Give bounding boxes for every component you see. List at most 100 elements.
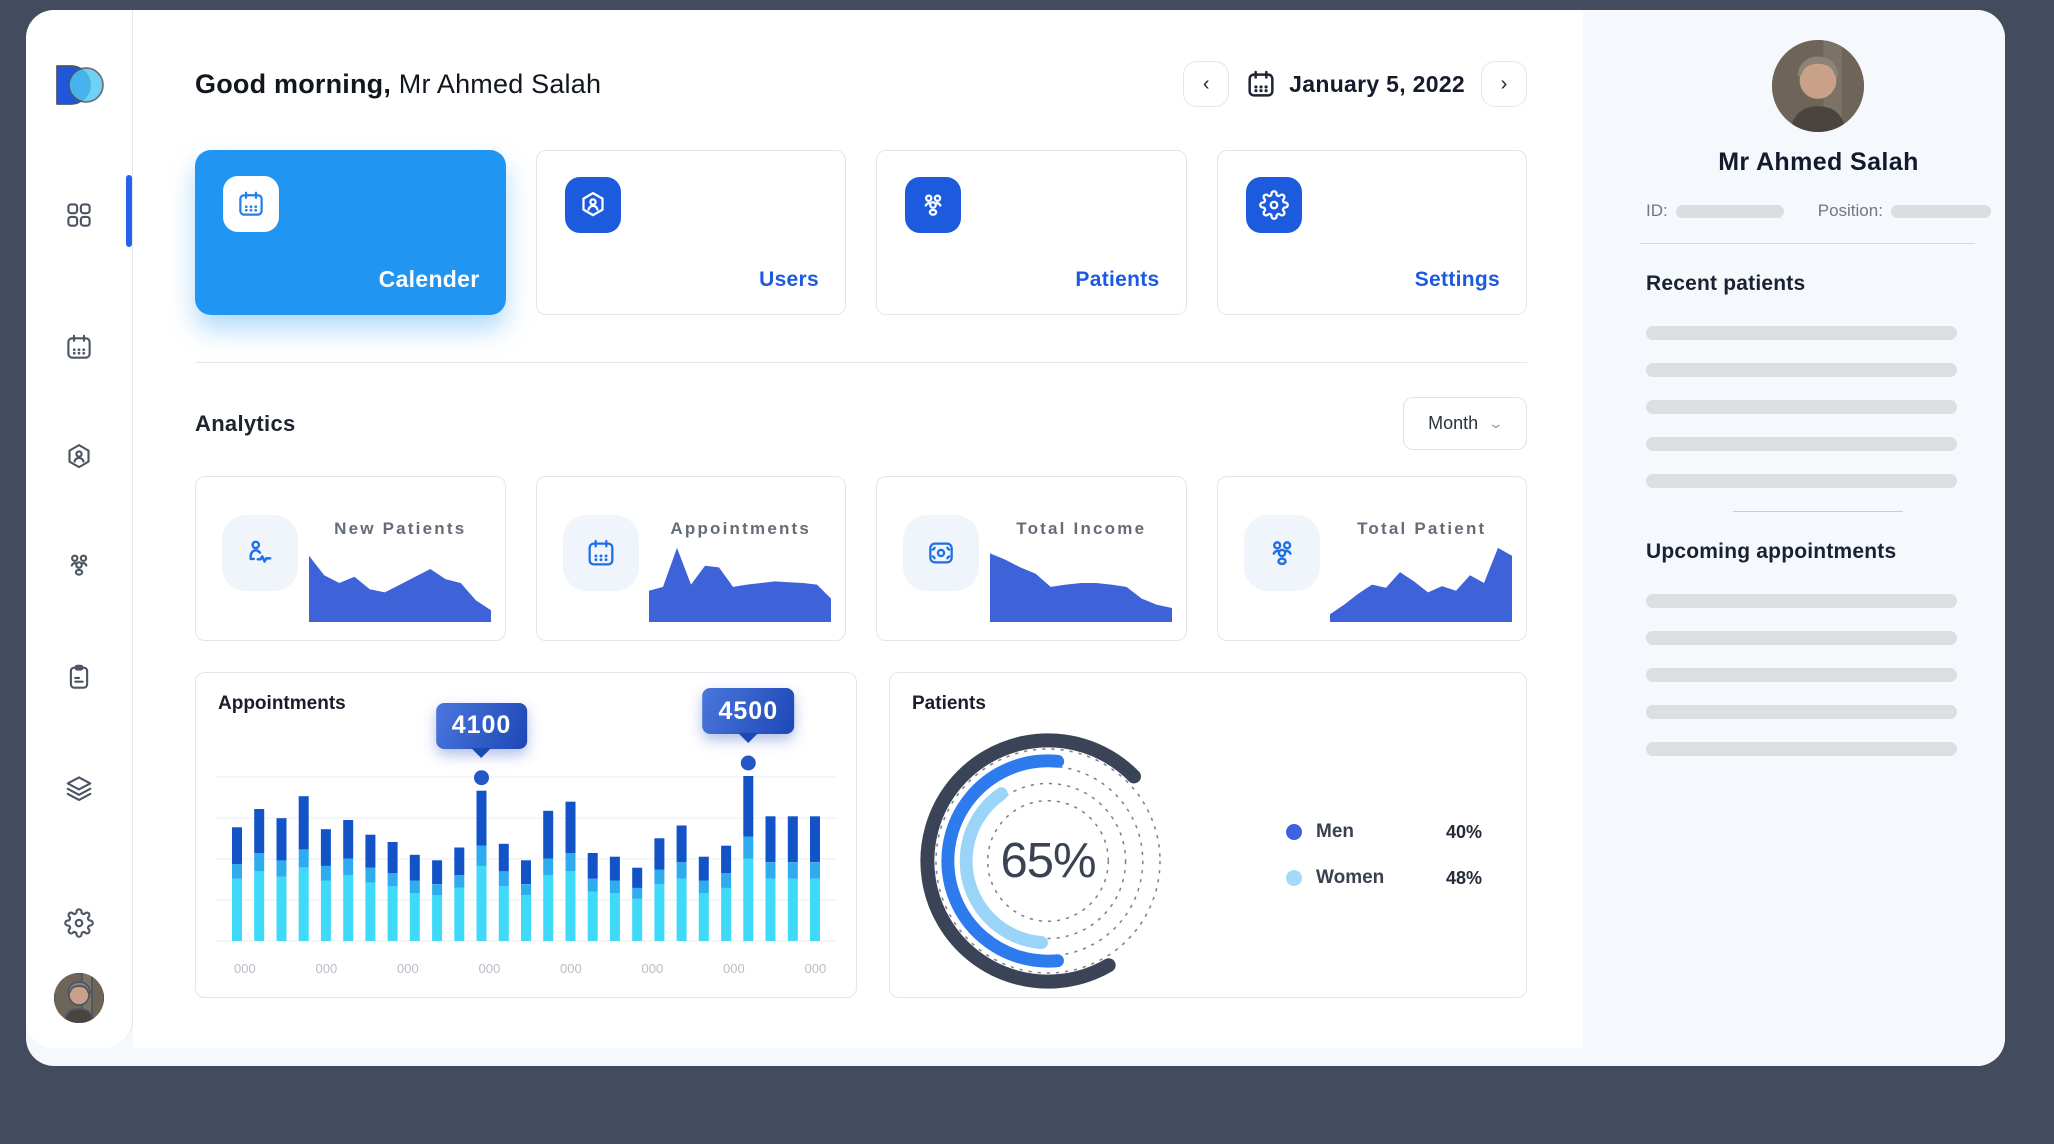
chart-tooltip: 4500: [702, 688, 794, 734]
x-axis-label: 000: [642, 961, 664, 976]
donut-center-value: 65%: [1000, 833, 1095, 889]
sidebar-active-indicator: [126, 175, 132, 247]
chevron-right-icon: ›: [1501, 73, 1508, 96]
x-axis-label: 000: [805, 961, 827, 976]
sidebar-item-settings[interactable]: [64, 908, 94, 938]
dashboard-grid-icon: [64, 200, 94, 230]
sidebar-item-layers[interactable]: [64, 773, 94, 803]
app-logo: [53, 64, 105, 106]
total-patient-tile: [1244, 515, 1320, 591]
user-hexagon-icon: [578, 190, 608, 220]
chevron-left-icon: ‹: [1203, 73, 1210, 96]
nav-card-label: Users: [759, 268, 819, 292]
period-dropdown[interactable]: Month ⌄: [1403, 397, 1527, 450]
upcoming-appointments-list: [1646, 594, 1991, 756]
calendar-tile: [223, 176, 279, 232]
sidebar-item-records[interactable]: [64, 662, 94, 692]
patients-chart-title: Patients: [912, 693, 986, 715]
sidebar-item-dashboard[interactable]: [64, 200, 94, 230]
new-patients-tile: [222, 515, 298, 591]
chevron-down-icon: ⌄: [1488, 415, 1504, 432]
nav-card-patients[interactable]: Patients: [876, 150, 1187, 315]
top-bar: Good morning, Mr Ahmed Salah ‹ January 5…: [195, 58, 1527, 110]
page-title: Good morning, Mr Ahmed Salah: [195, 69, 601, 100]
stat-card-label: Total Patient: [1336, 519, 1509, 539]
patients-group-icon: [64, 550, 94, 580]
skeleton-row: [1646, 668, 1957, 682]
women-legend-dot: [1286, 870, 1302, 886]
x-axis-label: 000: [397, 961, 419, 976]
skeleton-row: [1646, 594, 1957, 608]
patients-chart-card: Patients 65% Men 40% Women 48%: [889, 672, 1527, 998]
position-label: Position:: [1818, 201, 1883, 221]
id-placeholder: [1676, 205, 1784, 218]
sidebar-item-profile[interactable]: [64, 442, 94, 472]
date-navigator: ‹ January 5, 2022 ›: [1183, 61, 1527, 107]
section-divider: [195, 362, 1527, 363]
nav-card-users[interactable]: Users: [536, 150, 847, 315]
men-legend-label: Men: [1316, 821, 1446, 843]
sidebar-user-avatar[interactable]: [54, 973, 104, 1023]
skeleton-row: [1646, 437, 1957, 451]
skeleton-row: [1646, 326, 1957, 340]
clipboard-icon: [64, 662, 94, 692]
calendar-icon: [236, 189, 266, 219]
women-legend-label: Women: [1316, 867, 1446, 889]
calendar-icon: [585, 537, 617, 569]
recent-patients-heading: Recent patients: [1646, 272, 1991, 296]
gear-icon: [1259, 190, 1289, 220]
id-label: ID:: [1646, 201, 1668, 221]
users-tile: [565, 177, 621, 233]
patient-monitor-icon: [243, 536, 277, 570]
new-patients-sparkline: [309, 544, 491, 624]
period-selected-label: Month: [1428, 413, 1478, 434]
settings-tile: [1246, 177, 1302, 233]
nav-card-calendar[interactable]: Calender: [195, 150, 506, 315]
appointments-bar-chart: 000000000000000000000000: [216, 729, 836, 985]
appointments-sparkline: [649, 544, 831, 624]
current-date[interactable]: January 5, 2022: [1245, 68, 1465, 100]
patients-group-icon: [918, 190, 948, 220]
skeleton-row: [1646, 705, 1957, 719]
x-axis-label: 000: [479, 961, 501, 976]
list-divider: [1733, 511, 1903, 512]
profile-avatar[interactable]: [1772, 40, 1864, 132]
date-label: January 5, 2022: [1289, 71, 1465, 98]
profile-divider: [1640, 243, 1975, 244]
skeleton-row: [1646, 363, 1957, 377]
appointments-chart-card: Appointments 000000000000000000000000 41…: [195, 672, 857, 998]
next-date-button[interactable]: ›: [1481, 61, 1527, 107]
stat-card-appointments[interactable]: Appointments: [536, 476, 847, 641]
calendar-icon: [64, 332, 94, 362]
stat-card-new-patients[interactable]: New Patients: [195, 476, 506, 641]
nav-card-label: Settings: [1415, 268, 1500, 292]
recent-patients-list: [1646, 326, 1991, 488]
avatar-photo: [54, 973, 104, 1023]
prev-date-button[interactable]: ‹: [1183, 61, 1229, 107]
nav-card-settings[interactable]: Settings: [1217, 150, 1528, 315]
nav-card-label: Patients: [1075, 268, 1159, 292]
logo-icon: [53, 64, 105, 106]
gear-icon: [64, 908, 94, 938]
stat-cards-row: New Patients Appointments: [195, 476, 1527, 641]
user-hexagon-icon: [64, 442, 94, 472]
legend-row-men: Men 40%: [1286, 821, 1482, 843]
upcoming-appointments-heading: Upcoming appointments: [1646, 540, 1991, 564]
skeleton-row: [1646, 742, 1957, 756]
chart-tooltip: 4100: [436, 703, 528, 749]
skeleton-row: [1646, 400, 1957, 414]
sidebar-item-calendar[interactable]: [64, 332, 94, 362]
stat-card-label: New Patients: [314, 519, 487, 539]
layers-icon: [64, 773, 94, 803]
charts-row: Appointments 000000000000000000000000 41…: [195, 672, 1527, 998]
stat-card-total-patient[interactable]: Total Patient: [1217, 476, 1528, 641]
appointments-chart-title: Appointments: [218, 693, 346, 715]
calendar-icon: [1245, 68, 1277, 100]
total-income-sparkline: [990, 544, 1172, 624]
appointments-tile: [563, 515, 639, 591]
x-axis-label: 000: [560, 961, 582, 976]
position-placeholder: [1891, 205, 1991, 218]
sidebar-item-patients[interactable]: [64, 550, 94, 580]
stat-card-total-income[interactable]: Total Income: [876, 476, 1187, 641]
stat-card-label: Total Income: [995, 519, 1168, 539]
